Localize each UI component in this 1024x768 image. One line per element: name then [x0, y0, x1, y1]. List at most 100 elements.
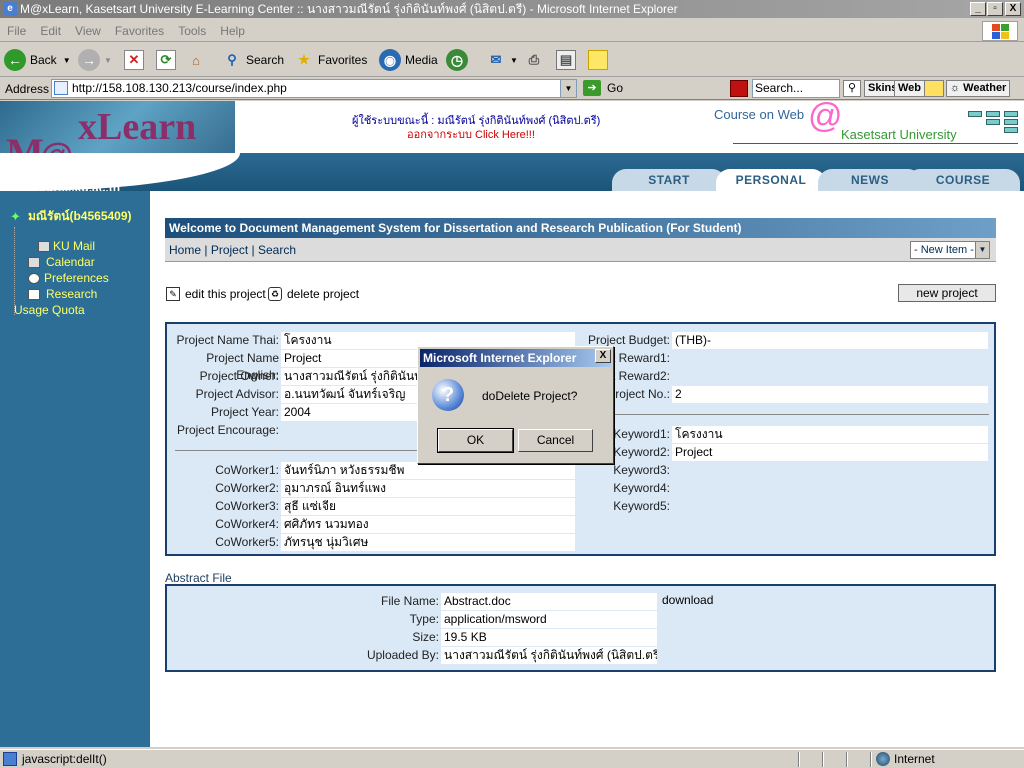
divider-right — [607, 414, 989, 415]
delete-project-link[interactable]: ♻ delete project — [268, 287, 359, 301]
menu-file[interactable]: File — [0, 20, 33, 42]
logo-xlearn: xLearn — [78, 106, 197, 148]
field-row: File Name: Abstract.doc — [167, 593, 994, 610]
field-label: Keyword4: — [613, 481, 670, 495]
nav-search-link[interactable]: Search — [258, 243, 296, 257]
field-row: Size: 19.5 KB — [167, 629, 994, 646]
confirm-dialog: Microsoft Internet Explorer X ? doDelete… — [417, 346, 614, 464]
forward-button[interactable]: → ▼ — [78, 48, 112, 72]
sidebar-item-calendar[interactable]: Calendar — [46, 255, 95, 269]
field-row: Keyword4: — [167, 480, 994, 497]
cow-title: Course on Web — [714, 107, 805, 122]
toolbar-search-input[interactable]: Search... — [752, 79, 840, 98]
dialog-close-button[interactable]: X — [595, 349, 611, 363]
browser-toolbar: ← Back ▼ → ▼ ✕ ⟳ ⌂ ⚲ Search ★ Favorites … — [0, 43, 1024, 77]
print-button[interactable]: ⎙ — [524, 48, 548, 72]
abstract-title: Abstract File — [165, 571, 232, 585]
search-button[interactable]: ⚲ Search — [222, 48, 284, 72]
field-value: Project — [672, 444, 988, 461]
home-icon: ⌂ — [192, 52, 200, 68]
cow-at-logo: @ — [808, 101, 843, 135]
menu-edit[interactable]: Edit — [33, 20, 68, 42]
logout-link[interactable]: Click Here!!! — [475, 129, 535, 141]
ok-button[interactable]: OK — [437, 428, 514, 453]
web-button[interactable]: Web — [894, 80, 926, 97]
mail-dropdown-icon[interactable]: ▼ — [510, 56, 518, 65]
menu-favorites[interactable]: Favorites — [108, 20, 171, 42]
nav-separator: | — [251, 243, 255, 257]
tab-start[interactable]: START — [612, 169, 726, 191]
abstract-panel: File Name: Abstract.doc Type: application/m… — [165, 584, 996, 672]
gift-icon[interactable] — [730, 80, 748, 97]
close-window-button[interactable]: X — [1005, 2, 1021, 16]
field-row: Uploaded By: นางสาวมณีรัตน์ รุ่งกิตินันท์… — [167, 647, 994, 664]
field-value: นางสาวมณีรัตน์ รุ่งกิตินันท์พงศ์ (นิสิตป… — [441, 647, 657, 664]
refresh-button[interactable]: ⟳ — [156, 48, 180, 72]
cancel-button[interactable]: Cancel — [518, 429, 593, 452]
address-input[interactable]: http://158.108.130.213/course/index.php … — [51, 79, 577, 98]
new-project-button[interactable]: new project — [898, 284, 996, 302]
favorites-label: Favorites — [318, 53, 368, 67]
sidebar-user[interactable]: มณีรัตน์(b4565409) — [28, 207, 132, 226]
field-value: 2 — [672, 386, 988, 403]
edit-project-label: edit this project — [185, 287, 266, 301]
address-bar: Address http://158.108.130.213/course/in… — [0, 78, 1024, 100]
edit-page-icon: ▤ — [556, 50, 576, 70]
field-label: Project Year: — [210, 405, 279, 419]
calendar-icon — [28, 257, 40, 268]
home-button[interactable]: ⌂ — [186, 48, 210, 72]
address-dropdown-icon[interactable]: ▼ — [560, 80, 576, 97]
back-dropdown-icon[interactable]: ▼ — [63, 56, 71, 65]
maximize-button[interactable]: ▫ — [987, 2, 1003, 16]
field-value: application/msword — [441, 611, 657, 628]
edit-project-link[interactable]: ✎ edit this project — [166, 287, 266, 301]
edit-page-button[interactable]: ▤ — [556, 48, 580, 72]
field-value: ภัทรนุช นุ่มวิเศษ — [281, 534, 575, 551]
status-divider — [870, 752, 872, 767]
media-button[interactable]: ◉ Media — [379, 48, 438, 72]
sidebar-item-ku-mail[interactable]: KU Mail — [53, 239, 95, 253]
search-label: Search — [246, 53, 285, 67]
field-value: 19.5 KB — [441, 629, 657, 646]
notes-button[interactable] — [588, 48, 612, 72]
highlight-icon[interactable] — [924, 80, 944, 97]
back-arrow-icon: ← — [4, 49, 26, 71]
cow-underline — [733, 143, 1018, 144]
main-panel: Welcome to Document Management System fo… — [150, 191, 1024, 747]
tab-personal[interactable]: PERSONAL — [716, 169, 826, 191]
download-link[interactable]: download — [662, 593, 713, 607]
stop-button[interactable]: ✕ — [124, 48, 148, 72]
cow-decoration-icon — [968, 109, 1020, 137]
sidebar-item-usage-quota[interactable]: Usage Quota — [14, 303, 85, 317]
menu-view[interactable]: View — [68, 20, 108, 42]
menu-tools[interactable]: Tools — [171, 20, 213, 42]
sidebar-item-research[interactable]: Research — [46, 287, 97, 301]
weather-button[interactable]: ☼ Weather — [946, 80, 1011, 97]
field-label: CoWorker4: — [215, 517, 279, 531]
welcome-banner: Welcome to Document Management System fo… — [165, 218, 996, 238]
menu-help[interactable]: Help — [213, 20, 252, 42]
go-button[interactable]: ➔ Go — [583, 80, 623, 96]
minimize-button[interactable]: _ — [970, 2, 986, 16]
new-item-value: - New Item - — [914, 244, 974, 256]
sidebar-item-preferences[interactable]: Preferences — [44, 271, 109, 285]
nav-home-link[interactable]: Home — [169, 243, 201, 257]
cow-subtitle: Kasetsart University — [841, 127, 957, 142]
address-label: Address — [5, 82, 50, 96]
forward-dropdown-icon[interactable]: ▼ — [104, 56, 112, 65]
star-icon: ★ — [298, 52, 310, 67]
new-item-select[interactable]: - New Item - ▼ — [910, 241, 990, 259]
chevron-down-icon: ▼ — [975, 242, 989, 258]
tab-course[interactable]: COURSE — [906, 169, 1020, 191]
research-icon — [28, 289, 40, 300]
mail-button[interactable]: ✉ ▼ — [486, 48, 518, 72]
back-button[interactable]: ← Back ▼ — [4, 48, 71, 72]
toolbar-search-go-icon[interactable]: ⚲ — [843, 80, 861, 97]
nav-project-link[interactable]: Project — [211, 243, 248, 257]
field-label: Keyword5: — [613, 499, 670, 513]
field-value: โครงงาน — [672, 426, 988, 443]
field-label: Type: — [409, 612, 439, 626]
favorites-button[interactable]: ★ Favorites — [294, 48, 367, 72]
history-button[interactable]: ◷ — [446, 48, 472, 72]
logout-prefix: ออกจากระบบ — [407, 129, 472, 141]
